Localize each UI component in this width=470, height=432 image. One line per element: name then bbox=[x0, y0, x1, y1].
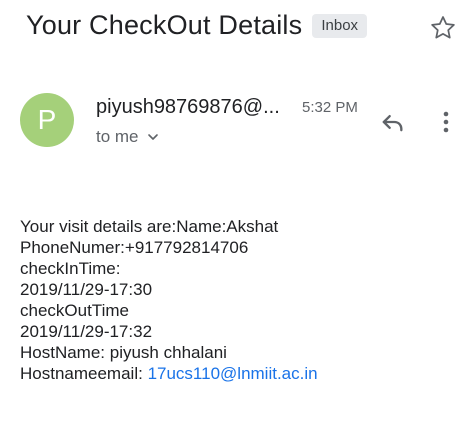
sender-avatar[interactable]: P bbox=[20, 93, 74, 147]
recipient-label: to me bbox=[96, 127, 139, 146]
recipient-details-toggle[interactable]: to me bbox=[96, 127, 159, 147]
body-line-checkout-label: checkOutTime bbox=[20, 301, 129, 320]
body-line-checkout-time: 2019/11/29-17:32 bbox=[20, 322, 153, 341]
subject-row: Your CheckOut Details Inbox bbox=[26, 10, 368, 41]
sender-name[interactable]: piyush98769876@... bbox=[96, 96, 280, 119]
chevron-down-icon bbox=[147, 134, 158, 140]
avatar-initial: P bbox=[37, 104, 57, 135]
body-line-checkin-time: 2019/11/29-17:30 bbox=[20, 280, 153, 299]
host-email-link[interactable]: 17ucs110@lnmiit.ac.in bbox=[148, 364, 318, 383]
body-line-host-name: HostName: piyush chhalani bbox=[20, 343, 227, 362]
more-vertical-icon[interactable] bbox=[436, 108, 456, 136]
sent-time: 5:32 PM bbox=[302, 99, 358, 116]
reply-icon[interactable] bbox=[378, 108, 406, 136]
body-line-host-email: Hostnameemail: 17ucs110@lnmiit.ac.in bbox=[20, 363, 318, 384]
body-line-phone: PhoneNumer:+917792814706 bbox=[20, 238, 249, 257]
host-email-label: Hostnameemail: bbox=[20, 364, 148, 383]
body-line-checkin-label: checkInTime: bbox=[20, 259, 121, 278]
email-subject: Your CheckOut Details bbox=[26, 10, 303, 40]
star-icon[interactable] bbox=[428, 13, 458, 43]
email-body: Your visit details are:Name:Akshat Phone… bbox=[20, 216, 318, 384]
body-line-visit-details: Your visit details are:Name:Akshat bbox=[20, 217, 279, 236]
inbox-label-badge[interactable]: Inbox bbox=[312, 13, 368, 38]
